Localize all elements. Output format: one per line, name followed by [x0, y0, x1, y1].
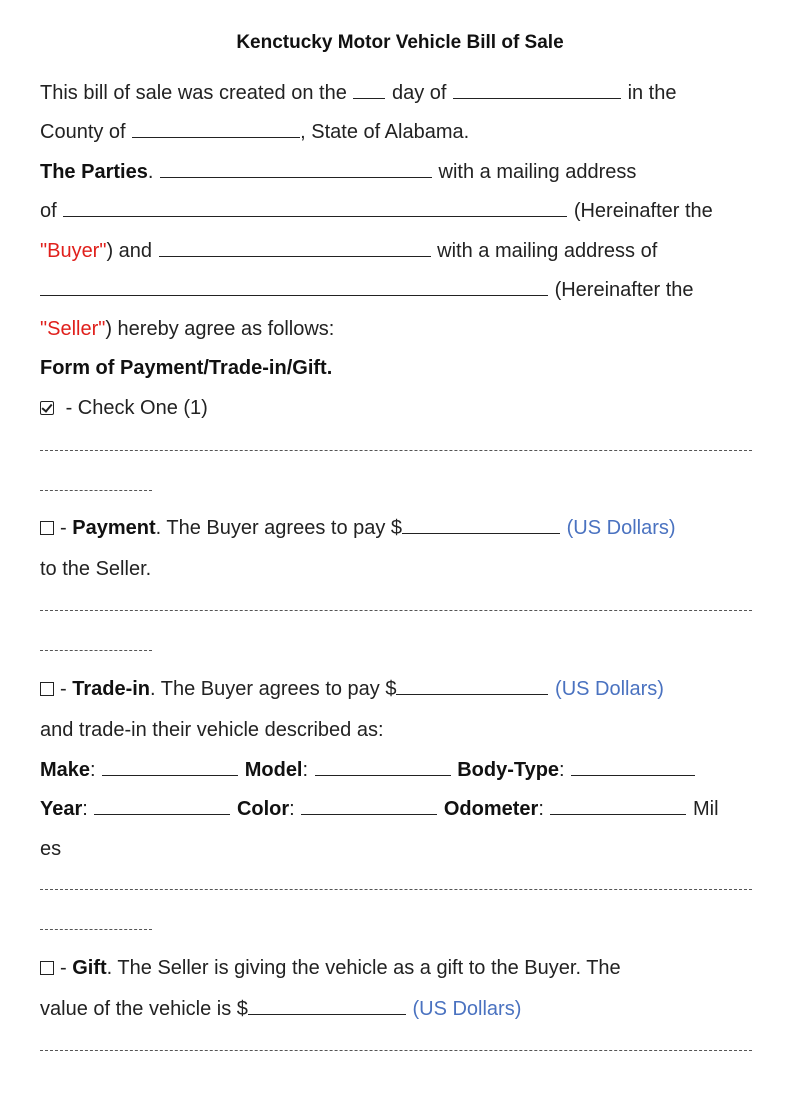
- parties-with-mailing: with a mailing address: [438, 161, 637, 183]
- tradein-text: . The Buyer agrees to pay $: [150, 678, 397, 700]
- payment-form-heading: Form of Payment/Trade-in/Gift.: [40, 357, 333, 379]
- color-field[interactable]: [301, 796, 438, 815]
- tradein-continuation: and trade-in their vehicle described as:: [40, 719, 384, 741]
- seller-name-field[interactable]: [158, 238, 431, 257]
- bill-of-sale-page: Kenctucky Motor Vehicle Bill of Sale Thi…: [0, 0, 800, 1093]
- vehicle-fields-line-2: Year: Color: Odometer: Mil: [40, 796, 760, 822]
- separator-dashes-short: [40, 929, 152, 930]
- parties-hereinafter-2: (Hereinafter the: [554, 279, 694, 301]
- intro-line-1: This bill of sale was created on the day…: [40, 80, 760, 106]
- payment-text: . The Buyer agrees to pay $: [155, 517, 403, 539]
- separator-dashes: [40, 1050, 752, 1051]
- document-title: Kenctucky Motor Vehicle Bill of Sale: [236, 32, 564, 53]
- model-colon: :: [302, 759, 309, 781]
- payment-currency: (US Dollars): [566, 517, 676, 539]
- intro-line-2: County of , State of Alabama.: [40, 119, 760, 145]
- buyer-term: "Buyer": [40, 240, 107, 262]
- separator-dashes: [40, 450, 752, 451]
- model-field[interactable]: [314, 757, 451, 776]
- miles-label-part1: Mil: [693, 798, 719, 820]
- parties-hereinafter-1: (Hereinafter the: [573, 200, 713, 222]
- check-one-line: - Check One (1): [40, 395, 760, 421]
- intro-text-5: , State of Alabama.: [300, 121, 470, 143]
- tradein-dash: -: [60, 678, 67, 700]
- parties-agree: ) hereby agree as follows:: [105, 318, 335, 340]
- parties-line-3: "Buyer") and with a mailing address of: [40, 238, 760, 264]
- year-label: Year: [40, 798, 83, 820]
- gift-currency: (US Dollars): [412, 998, 522, 1020]
- miles-label-part2: es: [40, 838, 62, 860]
- parties-line-5: "Seller") hereby agree as follows:: [40, 316, 760, 342]
- color-label: Color: [236, 798, 290, 820]
- parties-line-2: of (Hereinafter the: [40, 198, 760, 224]
- tradein-label: Trade-in: [72, 678, 151, 700]
- gift-text: . The Seller is giving the vehicle as a …: [106, 957, 621, 979]
- gift-value-line: value of the vehicle is $ (US Dollars): [40, 996, 760, 1022]
- make-field[interactable]: [102, 757, 239, 776]
- payment-continuation: to the Seller.: [40, 558, 152, 580]
- payment-checkbox[interactable]: [40, 521, 54, 535]
- parties-line-1: The Parties. with a mailing address: [40, 159, 760, 185]
- check-one-checkbox-icon[interactable]: [40, 401, 54, 415]
- separator-dashes: [40, 889, 752, 890]
- day-field[interactable]: [353, 80, 386, 99]
- vehicle-fields-line-1: Make: Model: Body-Type:: [40, 757, 760, 783]
- payment-dash: -: [60, 517, 67, 539]
- gift-label: Gift: [72, 957, 107, 979]
- gift-continuation: value of the vehicle is $: [40, 998, 248, 1020]
- parties-with-mailing-of: with a mailing address of: [437, 240, 658, 262]
- make-label: Make: [40, 759, 91, 781]
- body-type-label: Body-Type: [457, 759, 560, 781]
- parties-period: .: [147, 161, 154, 183]
- separator-dashes-short: [40, 650, 152, 651]
- gift-option-line: - Gift. The Seller is giving the vehicle…: [40, 955, 760, 981]
- tradein-currency: (US Dollars): [555, 678, 664, 700]
- tradein-amount-field[interactable]: [396, 676, 549, 695]
- color-colon: :: [289, 798, 295, 820]
- parties-of: of: [40, 200, 57, 222]
- payment-option-line: - Payment. The Buyer agrees to pay $ (US…: [40, 515, 760, 541]
- intro-text-3: in the: [627, 82, 677, 104]
- payment-amount-field[interactable]: [402, 515, 561, 534]
- body-type-field[interactable]: [571, 757, 696, 776]
- odometer-label: Odometer: [443, 798, 539, 820]
- seller-address-field[interactable]: [40, 277, 548, 296]
- intro-text-4: County of: [40, 121, 126, 143]
- seller-term: "Seller": [40, 318, 106, 340]
- model-label: Model: [244, 759, 303, 781]
- separator-dashes-short: [40, 490, 152, 491]
- odometer-field[interactable]: [550, 796, 687, 815]
- county-field[interactable]: [132, 119, 301, 138]
- body-type-colon: :: [559, 759, 565, 781]
- intro-text-2: day of: [391, 82, 447, 104]
- check-one-label: - Check One (1): [65, 397, 208, 419]
- year-colon: :: [82, 798, 88, 820]
- tradein-option-line: - Trade-in. The Buyer agrees to pay $ (U…: [40, 676, 760, 702]
- intro-text-1: This bill of sale was created on the: [40, 82, 347, 104]
- gift-checkbox[interactable]: [40, 961, 54, 975]
- buyer-address-field[interactable]: [63, 198, 568, 217]
- parties-label: The Parties: [40, 161, 148, 183]
- year-field[interactable]: [94, 796, 231, 815]
- parties-line-4: (Hereinafter the: [40, 277, 760, 303]
- odometer-colon: :: [538, 798, 544, 820]
- payment-label: Payment: [72, 517, 156, 539]
- buyer-name-field[interactable]: [159, 159, 432, 178]
- gift-dash: -: [60, 957, 67, 979]
- tradein-checkbox[interactable]: [40, 682, 54, 696]
- make-colon: :: [90, 759, 96, 781]
- month-field[interactable]: [453, 80, 621, 99]
- parties-and: ) and: [106, 240, 153, 262]
- separator-dashes: [40, 610, 752, 611]
- gift-value-field[interactable]: [247, 996, 406, 1015]
